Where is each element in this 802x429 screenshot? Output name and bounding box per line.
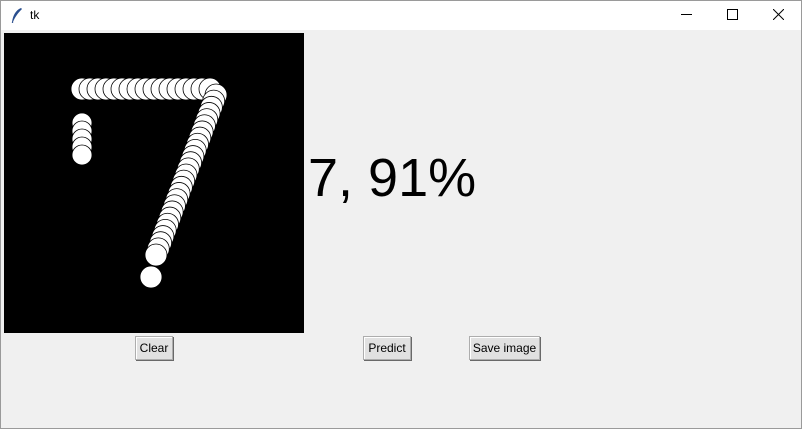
feather-icon: [10, 7, 24, 24]
minimize-icon: [680, 7, 692, 25]
app-window: tk 7, 91% Clear Predict Save image: [0, 0, 802, 429]
clear-button[interactable]: Clear: [135, 336, 173, 360]
window-title: tk: [30, 8, 40, 22]
close-icon: [772, 7, 784, 25]
drawing-canvas[interactable]: [4, 33, 304, 333]
save-image-button[interactable]: Save image: [469, 336, 540, 360]
maximize-button[interactable]: [709, 1, 755, 30]
close-button[interactable]: [755, 1, 801, 30]
maximize-icon: [726, 7, 738, 25]
minimize-button[interactable]: [663, 1, 709, 30]
title-bar[interactable]: tk: [1, 1, 801, 30]
prediction-label: 7, 91%: [308, 148, 477, 208]
predict-button[interactable]: Predict: [363, 336, 411, 360]
drawn-digit: [70, 77, 228, 289]
